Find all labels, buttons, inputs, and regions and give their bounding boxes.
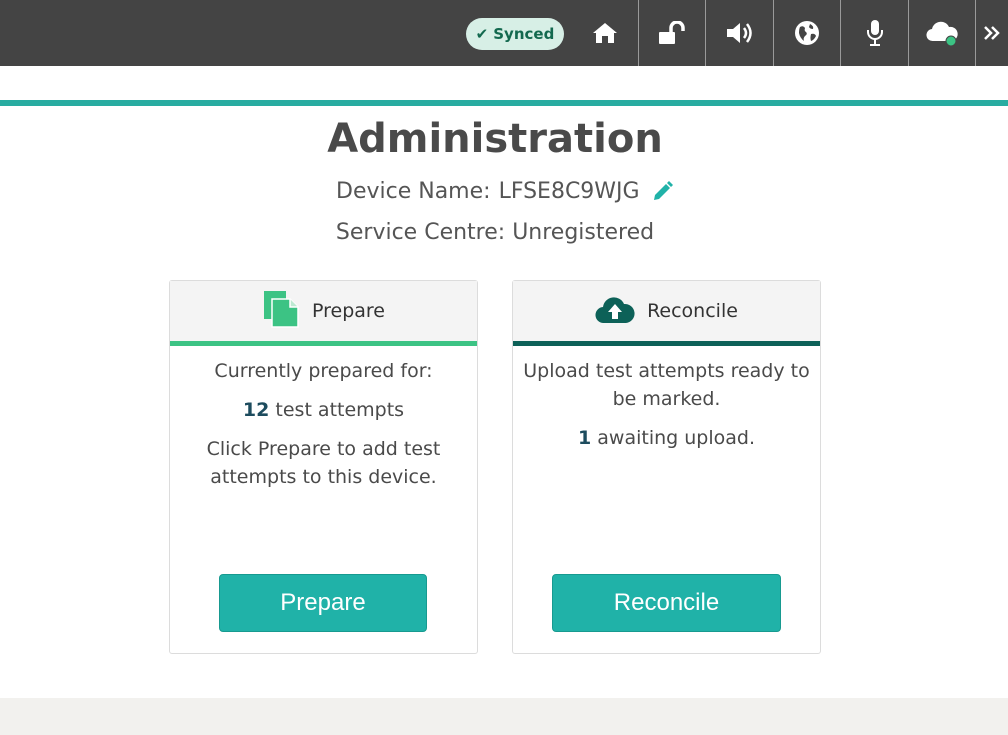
reconcile-card-title: Reconcile <box>647 300 738 322</box>
service-centre-row: Service Centre: Unregistered <box>0 220 990 245</box>
awaiting-count-suffix: awaiting upload. <box>597 427 755 449</box>
documents-icon <box>262 290 300 333</box>
cloud-online-icon <box>925 19 959 47</box>
more-menu-button[interactable] <box>976 0 1008 66</box>
prepare-line-1: Currently prepared for: <box>214 360 433 382</box>
prepare-card: Prepare Currently prepared for: 12 test … <box>169 280 478 654</box>
sync-status-badge[interactable]: ✔ Synced <box>466 18 564 50</box>
prepared-count: 12 <box>242 399 270 421</box>
device-name-label: Device Name: <box>336 178 491 204</box>
home-button[interactable] <box>572 0 638 66</box>
speaker-icon <box>725 21 755 45</box>
device-name-value: LFSE8C9WJG <box>498 178 640 204</box>
awaiting-count: 1 <box>577 427 592 449</box>
prepare-button[interactable]: Prepare <box>219 574 427 632</box>
home-icon <box>592 22 618 44</box>
prepare-card-body: Currently prepared for: 12 test attempts… <box>180 357 467 502</box>
page-footer <box>0 698 1008 735</box>
reconcile-button[interactable]: Reconcile <box>552 574 781 632</box>
unlock-icon <box>658 21 686 45</box>
checkmark-icon: ✔ <box>475 25 489 43</box>
page-title: Administration <box>327 116 663 162</box>
cloud-upload-icon <box>595 293 635 330</box>
more-chevrons-icon <box>983 24 1001 42</box>
prepare-card-title: Prepare <box>312 300 385 322</box>
sound-button[interactable] <box>706 0 773 66</box>
prepare-card-header: Prepare <box>170 281 477 341</box>
reconcile-count-line: 1 awaiting upload. <box>523 424 810 452</box>
sync-status-label: Synced <box>493 25 555 43</box>
connection-button[interactable] <box>909 0 975 66</box>
microphone-button[interactable] <box>841 0 908 66</box>
device-name-row: Device Name: LFSE8C9WJG <box>336 176 674 206</box>
microphone-icon <box>865 19 885 47</box>
edit-pencil-icon[interactable] <box>652 180 674 202</box>
prepare-card-accent <box>170 341 477 346</box>
globe-icon <box>794 20 820 46</box>
service-centre-label: Service Centre: <box>335 220 506 245</box>
top-toolbar: ✔ Synced <box>0 0 1008 66</box>
lock-button[interactable] <box>639 0 705 66</box>
prepare-count-line: 12 test attempts <box>180 396 467 424</box>
reconcile-card-body: Upload test attempts ready to be marked.… <box>523 357 810 463</box>
reconcile-card-accent <box>513 341 820 346</box>
prepare-instructions: Click Prepare to add test attempts to th… <box>206 438 441 488</box>
service-centre-value: Unregistered <box>512 220 655 245</box>
prepared-count-suffix: test attempts <box>275 399 405 421</box>
language-button[interactable] <box>774 0 840 66</box>
header-divider <box>0 100 1008 106</box>
reconcile-line-1: Upload test attempts ready to be marked. <box>523 360 810 410</box>
reconcile-card-header: Reconcile <box>513 281 820 341</box>
reconcile-card: Reconcile Upload test attempts ready to … <box>512 280 821 654</box>
